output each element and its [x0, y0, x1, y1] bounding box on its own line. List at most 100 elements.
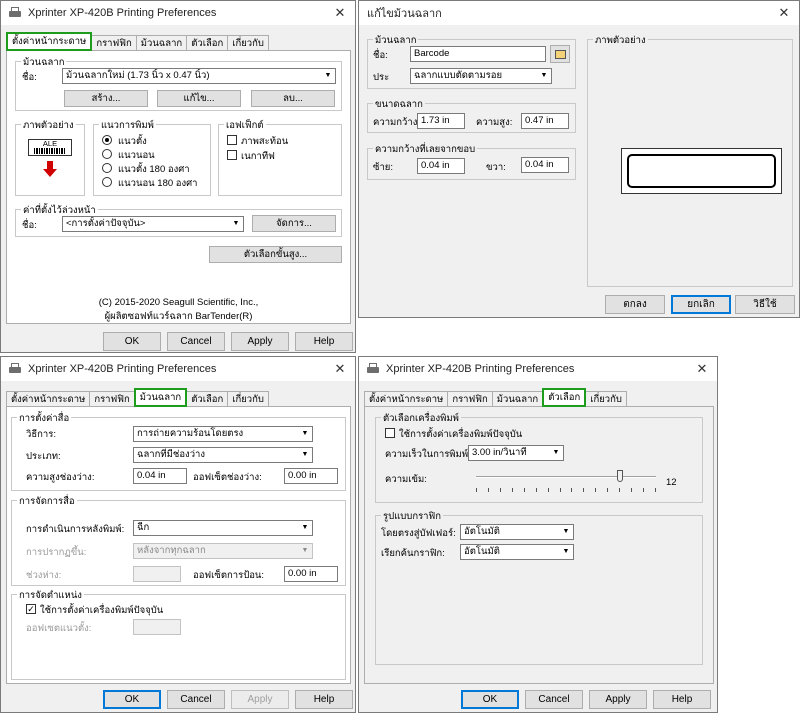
use-printer-settings-checkbox[interactable]: ✓ — [26, 604, 36, 614]
cancel-button[interactable]: Cancel — [167, 690, 225, 709]
preset-select[interactable]: <การตั้งค่าปัจจุบัน> ▼ — [62, 216, 244, 232]
position-group-label: การจัดตำแหน่ง — [17, 588, 84, 603]
help-button[interactable]: Help — [653, 690, 711, 709]
delete-stock-button[interactable]: ลบ... — [251, 90, 335, 107]
manage-presets-button[interactable]: จัดการ... — [252, 215, 336, 232]
feed-offset-input[interactable]: 0.00 in — [284, 566, 338, 582]
right-margin-label: ขวา: — [486, 162, 506, 173]
chevron-down-icon: ▼ — [549, 446, 563, 460]
use-printer-settings-checkbox[interactable] — [385, 428, 395, 438]
print-speed-select[interactable]: 3.00 in/วินาที ▼ — [468, 445, 564, 461]
right-margin-input[interactable]: 0.04 in — [521, 157, 569, 173]
orientation-group: แนวการพิมพ์ แนวตั้ง แนวนอน แนวตั้ง 180 อ… — [93, 118, 211, 196]
help-button[interactable]: วิธีใช้ — [735, 295, 795, 314]
method-select-value: การถ่ายความร้อนโดยตรง — [137, 428, 244, 439]
mirror-checkbox[interactable] — [227, 135, 237, 145]
cancel-button[interactable]: Cancel — [525, 690, 583, 709]
window-stock-tab: Xprinter XP-420B Printing Preferences ✕ … — [0, 356, 356, 713]
stock-select[interactable]: ม้วนฉลากใหม่ (1.73 นิ้ว x 0.47 นิ้ว) ▼ — [62, 68, 336, 84]
gap-offset-input[interactable]: 0.00 in — [284, 468, 338, 484]
negative-checkbox[interactable] — [227, 150, 237, 160]
gap-offset-label: ออฟเซ็ตช่องว่าง: — [193, 472, 262, 483]
tab-graphics[interactable]: กราฟฟิก — [447, 391, 493, 407]
window-title: Xprinter XP-420B Printing Preferences — [28, 7, 217, 19]
vertical-offset-input[interactable] — [133, 619, 181, 635]
tab-about[interactable]: เกี่ยวกับ — [227, 391, 269, 407]
tab-graphics[interactable]: กราฟฟิก — [91, 35, 137, 51]
help-button[interactable]: Help — [295, 690, 353, 709]
close-button[interactable]: ✕ — [687, 357, 717, 381]
use-printer-settings-label: ใช้การตั้งค่าเครื่องพิมพ์ปัจจุบัน — [399, 429, 523, 440]
ok-button[interactable]: OK — [103, 332, 161, 351]
portrait-radio[interactable] — [102, 135, 112, 145]
slider-tick — [583, 488, 585, 492]
close-button[interactable]: ✕ — [325, 1, 355, 25]
tab-page-setup[interactable]: ตั้งค่าหน้ากระดาษ — [6, 32, 93, 51]
close-button[interactable]: ✕ — [325, 357, 355, 381]
type-select[interactable]: ฉลากแบบตัดตามรอย ▼ — [410, 68, 552, 84]
tab-about[interactable]: เกี่ยวกับ — [227, 35, 269, 51]
slider-thumb[interactable] — [617, 470, 623, 482]
tab-stock[interactable]: ม้วนฉลาก — [133, 388, 188, 407]
tab-options[interactable]: ตัวเลือก — [186, 35, 229, 51]
window-options-tab: Xprinter XP-420B Printing Preferences ✕ … — [358, 356, 718, 713]
preview-group-label: ภาพตัวอย่าง — [21, 118, 76, 133]
ok-button[interactable]: ตกลง — [605, 295, 665, 314]
interval-input[interactable] — [133, 566, 181, 582]
vertical-offset-label: ออฟเซตแนวตั้ง: — [26, 623, 92, 634]
darkness-slider[interactable] — [476, 470, 656, 494]
create-stock-button[interactable]: สร้าง... — [64, 90, 148, 107]
tab-graphics[interactable]: กราฟฟิก — [89, 391, 135, 407]
type-label: ประ — [373, 72, 390, 83]
post-print-select[interactable]: ฉีก ▼ — [133, 520, 313, 536]
tab-about[interactable]: เกี่ยวกับ — [585, 391, 627, 407]
printer-icon — [8, 7, 22, 19]
apply-button[interactable]: Apply — [231, 332, 289, 351]
close-button[interactable]: ✕ — [769, 1, 799, 25]
occurrence-select[interactable]: หลังจากทุกฉลาก ▼ — [133, 543, 313, 559]
slider-tick — [476, 488, 477, 492]
type-select[interactable]: ฉลากที่มีช่องว่าง ▼ — [133, 447, 313, 463]
tab-options[interactable]: ตัวเลือก — [186, 391, 229, 407]
chevron-down-icon: ▼ — [559, 525, 573, 539]
method-select[interactable]: การถ่ายความร้อนโดยตรง ▼ — [133, 426, 313, 442]
apply-button[interactable]: Apply — [231, 690, 289, 709]
landscape-180-radio[interactable] — [102, 177, 112, 187]
ok-button[interactable]: OK — [461, 690, 519, 709]
recall-graphics-select[interactable]: อัตโนมัติ ▼ — [460, 544, 574, 560]
tab-stock[interactable]: ม้วนฉลาก — [491, 391, 544, 407]
use-printer-settings-label: ใช้การตั้งค่าเครื่องพิมพ์ปัจจุบัน — [40, 605, 164, 616]
interval-label: ช่วงห่าง: — [26, 570, 62, 581]
help-button[interactable]: Help — [295, 332, 353, 351]
height-input[interactable]: 0.47 in — [521, 113, 569, 129]
width-input[interactable]: 1.73 in — [417, 113, 465, 129]
cancel-button[interactable]: Cancel — [167, 332, 225, 351]
chevron-down-icon: ▼ — [298, 521, 312, 535]
window-title: Xprinter XP-420B Printing Preferences — [386, 363, 575, 375]
apply-button[interactable]: Apply — [589, 690, 647, 709]
portrait-180-radio[interactable] — [102, 163, 112, 173]
gap-height-label: ความสูงช่องว่าง: — [26, 472, 95, 483]
printer-options-group: ตัวเลือกเครื่องพิมพ์ ใช้การตั้งค่าเครื่อ… — [375, 411, 703, 503]
tab-options[interactable]: ตัวเลือก — [542, 388, 587, 407]
landscape-radio[interactable] — [102, 149, 112, 159]
advanced-options-button[interactable]: ตัวเลือกขั้นสูง... — [209, 246, 342, 263]
tab-stock[interactable]: ม้วนฉลาก — [135, 35, 188, 51]
chevron-down-icon: ▼ — [298, 544, 312, 558]
post-print-label: การดำเนินการหลังพิมพ์: — [26, 524, 125, 535]
post-print-select-value: ฉีก — [137, 522, 150, 533]
portrait-180-label: แนวตั้ง 180 องศา — [118, 164, 190, 175]
chevron-down-icon: ▼ — [321, 69, 335, 83]
tab-page-setup[interactable]: ตั้งค่าหน้ากระดาษ — [6, 391, 91, 407]
name-input[interactable]: Barcode — [410, 46, 546, 62]
direct-buffer-select[interactable]: อัตโนมัติ ▼ — [460, 524, 574, 540]
left-margin-input[interactable]: 0.04 in — [417, 158, 465, 174]
cancel-button[interactable]: ยกเลิก — [671, 295, 731, 314]
edit-stock-button[interactable]: แก้ไข... — [157, 90, 241, 107]
ok-button[interactable]: OK — [103, 690, 161, 709]
position-group: การจัดตำแหน่ง ✓ ใช้การตั้งค่าเครื่องพิมพ… — [11, 588, 346, 680]
browse-stock-button[interactable] — [550, 45, 570, 63]
tab-page-setup[interactable]: ตั้งค่าหน้ากระดาษ — [364, 391, 449, 407]
media-settings-group: การตั้งค่าสื่อ วิธีการ: การถ่ายความร้อนโ… — [11, 411, 346, 491]
gap-height-input[interactable]: 0.04 in — [133, 468, 187, 484]
